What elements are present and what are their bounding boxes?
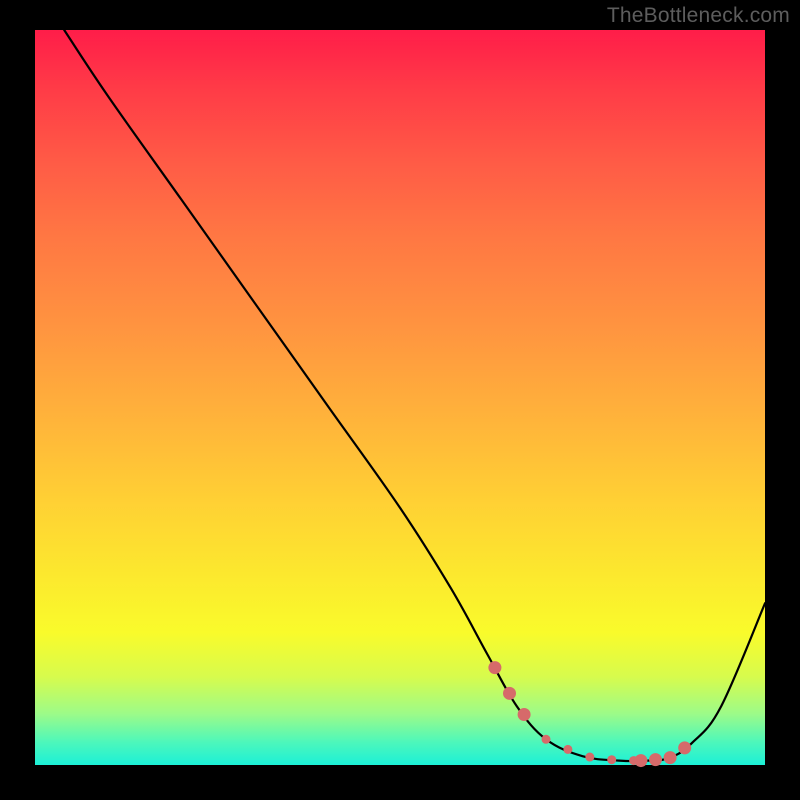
- flat-zone-markers: [488, 661, 691, 767]
- chart-frame: TheBottleneck.com: [0, 0, 800, 800]
- watermark-text: TheBottleneck.com: [607, 4, 790, 28]
- flat-zone-dot: [607, 755, 616, 764]
- flat-zone-dot: [664, 751, 677, 764]
- flat-zone-dot: [649, 753, 662, 766]
- bottleneck-curve: [64, 30, 765, 761]
- flat-zone-dot: [678, 741, 691, 754]
- flat-zone-dot: [488, 661, 501, 674]
- plot-area: [35, 30, 765, 765]
- flat-zone-dot: [542, 735, 551, 744]
- flat-zone-dot: [585, 753, 594, 762]
- flat-zone-dot: [563, 745, 572, 754]
- flat-zone-dot: [634, 754, 647, 767]
- flat-zone-dot: [503, 687, 516, 700]
- curve-layer: [35, 30, 765, 765]
- flat-zone-dot: [518, 708, 531, 721]
